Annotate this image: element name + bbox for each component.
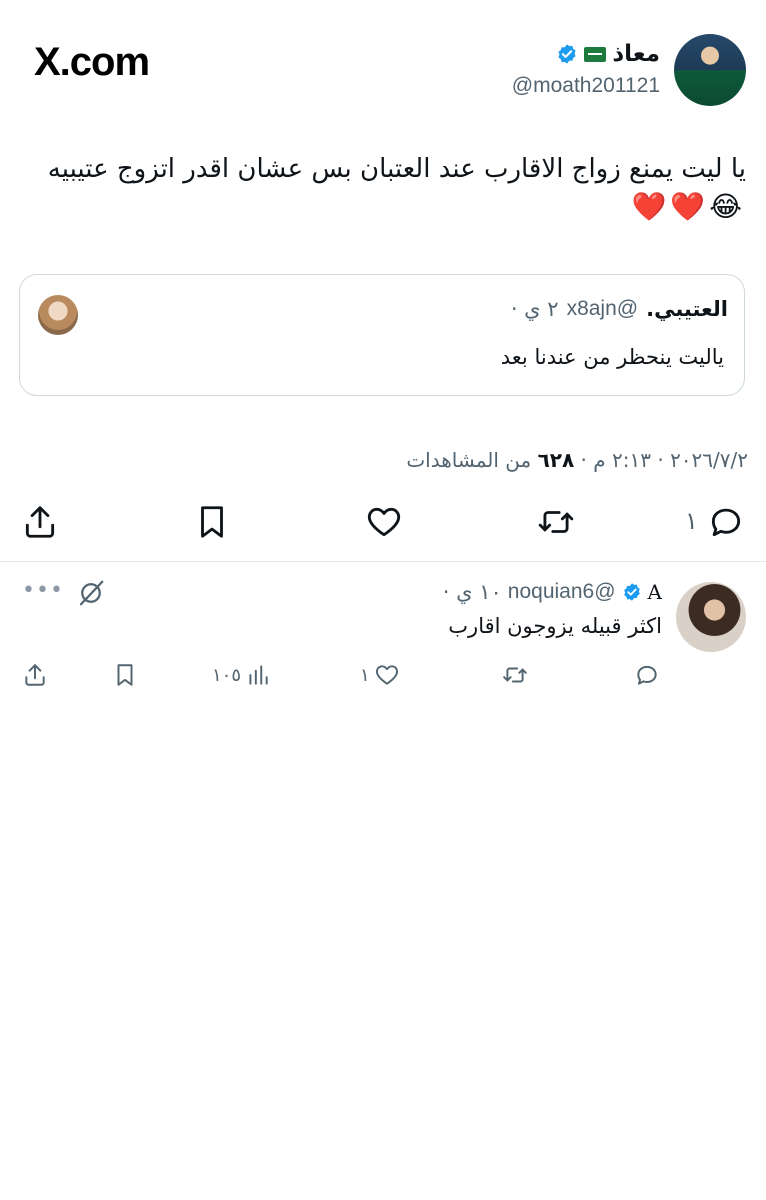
quote-text: ياليت ينحظر من عندنا بعد <box>500 345 724 369</box>
share-icon <box>25 506 55 538</box>
saudi-flag-icon <box>584 46 607 62</box>
reply-retweet-button[interactable] <box>502 660 528 690</box>
reply-text: اكثر قبيله يزوجون اقارب <box>448 614 662 638</box>
bar-chart-icon <box>249 665 268 685</box>
quote-header: العتيبي. @x8ajn ٢ ي · <box>511 297 728 321</box>
share-button[interactable] <box>18 500 62 544</box>
author-avatar[interactable] <box>674 34 746 106</box>
views-label: من المشاهدات <box>406 448 532 472</box>
retweet-button[interactable] <box>534 500 578 544</box>
reply-button[interactable] <box>704 500 748 544</box>
heart-icon <box>367 507 401 537</box>
reply-icon <box>711 508 741 537</box>
tweet-text: يا ليت يمنع زواج الاقارب عند العتبان بس … <box>47 154 746 184</box>
share-icon <box>25 664 45 686</box>
reply-reply-button[interactable] <box>634 660 660 690</box>
more-options-icon[interactable]: ••• <box>22 578 64 603</box>
author-name[interactable]: معاذ <box>612 41 660 67</box>
quote-author-avatar <box>38 295 78 335</box>
tweet-date: ٢٠٢٦/٧/٢ <box>670 448 748 472</box>
retweet-icon <box>538 511 574 533</box>
reply-header: A @noquian6 ١٠ ي · <box>443 580 662 604</box>
bookmark-icon <box>201 506 223 538</box>
reply-view-count: ١٠٥ <box>212 664 242 686</box>
bookmark-icon <box>117 664 133 686</box>
tweet-time: ٢:١٣ م <box>593 448 651 472</box>
reply-views-button[interactable]: ١٠٥ <box>212 660 271 690</box>
tweet-meta: ٢٠٢٦/٧/٢ · ٢:١٣ م · ٦٢٨ من المشاهدات <box>406 448 748 472</box>
reply-like-count: ١ <box>360 664 370 686</box>
reply-timestamp: ١٠ ي · <box>442 580 502 604</box>
reply-author-avatar[interactable] <box>676 582 746 652</box>
x-logo: X.com <box>34 40 150 84</box>
quote-author-name: العتيبي. <box>646 297 728 321</box>
reply-author-handle[interactable]: @noquian6 <box>508 580 616 604</box>
reply-count: ١ <box>685 507 698 535</box>
quote-timestamp: ٢ ي · <box>510 297 559 321</box>
verified-badge-icon <box>623 583 640 601</box>
quoted-tweet[interactable]: العتيبي. @x8ajn ٢ ي · ياليت ينحظر من عند… <box>19 274 745 396</box>
reply-bookmark-button[interactable] <box>112 660 138 690</box>
author-name-row: معاذ <box>556 40 660 68</box>
reply-icon <box>637 665 657 685</box>
view-count: ٦٢٨ <box>537 448 575 472</box>
tweet-emojis: 😂❤️❤️ <box>631 190 746 223</box>
reply-author-name[interactable]: A <box>648 580 662 604</box>
heart-icon <box>375 665 398 685</box>
divider <box>0 561 766 562</box>
reply-like-button[interactable]: ١ <box>360 660 400 690</box>
verified-badge-icon <box>558 44 576 64</box>
like-button[interactable] <box>362 500 406 544</box>
tweet-body: يا ليت يمنع زواج الاقارب عند العتبان بس … <box>30 150 746 226</box>
reply-share-button[interactable] <box>22 660 48 690</box>
retweet-icon <box>503 667 527 683</box>
bookmark-button[interactable] <box>190 500 234 544</box>
quote-author-handle: @x8ajn <box>566 297 639 320</box>
author-handle[interactable]: @moath201121 <box>512 74 660 98</box>
grok-icon[interactable] <box>76 578 106 608</box>
